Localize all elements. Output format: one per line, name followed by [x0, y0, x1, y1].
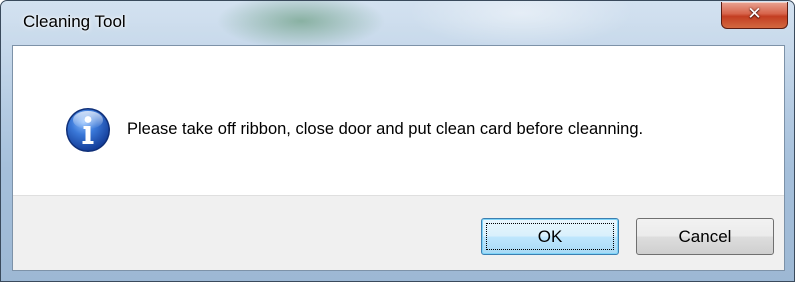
title-bar[interactable]: Cleaning Tool ✕ [1, 1, 794, 37]
button-bar: OK Cancel [13, 195, 784, 270]
close-icon: ✕ [747, 4, 762, 24]
ok-button[interactable]: OK [481, 218, 619, 255]
close-button[interactable]: ✕ [721, 2, 788, 29]
cancel-button-label: Cancel [678, 227, 732, 246]
window-title: Cleaning Tool [23, 12, 126, 31]
message-area: Please take off ribbon, close door and p… [13, 46, 784, 195]
cancel-button[interactable]: Cancel [636, 218, 774, 255]
info-icon [66, 108, 110, 152]
dialog-body: Please take off ribbon, close door and p… [12, 45, 785, 271]
ok-button-label: OK [537, 227, 563, 246]
dialog-message: Please take off ribbon, close door and p… [127, 120, 644, 138]
dialog-window: Cleaning Tool ✕ Please take off ribbon, … [0, 0, 795, 282]
